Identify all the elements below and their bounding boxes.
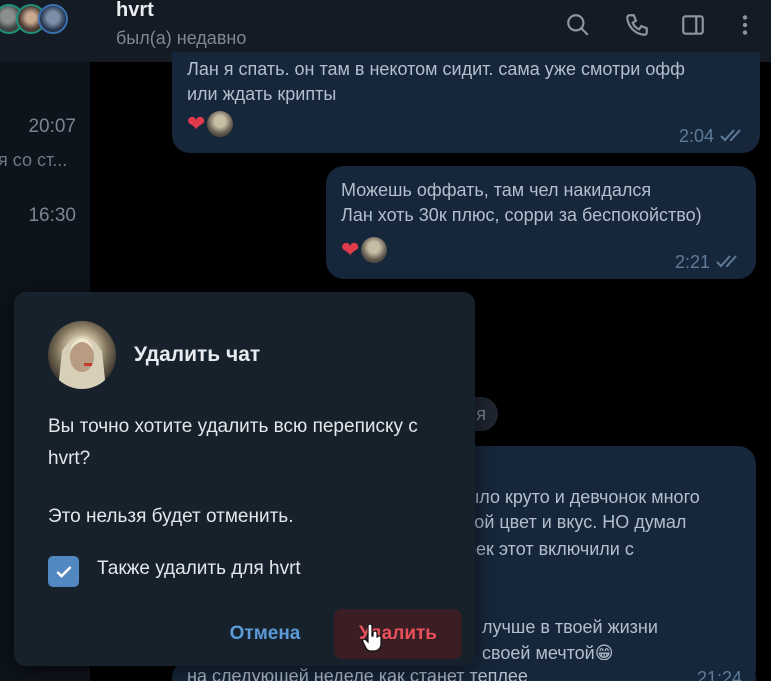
double-check-icon [720, 124, 746, 149]
phone-icon[interactable] [624, 12, 650, 38]
message-text: Лан я спать. он там в некотом сидит. сам… [187, 59, 685, 104]
heart-icon: ❤ [187, 111, 206, 136]
avatar[interactable] [38, 4, 68, 34]
delete-chat-dialog: Удалить чат Вы точно хотите удалить всю … [14, 292, 475, 666]
dialog-title: Удалить чат [134, 343, 261, 366]
message-text: бой цвет и вкус. НО думал [464, 512, 687, 532]
message-reactions[interactable]: ❤ [187, 111, 234, 137]
sidebar-header [0, 0, 90, 62]
chat-status: был(а) недавно [116, 28, 247, 48]
message-bubble[interactable]: было круто и девчонок много бой цвет и в… [440, 446, 756, 681]
message-time: 2:04 [678, 126, 714, 146]
message-text: на следующей неделе как станет теплее [187, 666, 528, 681]
message-bubble[interactable]: Можешь оффать, там чел накидался Лан хот… [326, 166, 756, 279]
message-bubble[interactable]: Лан я спать. он там в некотом сидит. сам… [172, 52, 760, 153]
message-text: было круто и девчонок много [456, 487, 700, 507]
message-time: 2:21 [674, 252, 710, 272]
search-icon[interactable] [565, 12, 591, 38]
message-reactions[interactable]: ❤ [341, 237, 388, 263]
sidebar-toggle-icon[interactable] [680, 12, 706, 38]
double-check-icon [716, 250, 742, 275]
checkbox-label[interactable]: Также удалить для hvrt [97, 558, 301, 580]
cancel-button[interactable]: Отмена [210, 609, 320, 659]
check-icon [55, 565, 72, 578]
dialog-warning: Это нельзя будет отменить. [48, 506, 294, 527]
message-text: Можешь оффать, там чел накидался Лан хот… [341, 180, 702, 225]
delete-for-both-checkbox[interactable] [48, 556, 79, 587]
delete-button[interactable]: Удалить [334, 609, 462, 659]
message-text: лучше в твоей жизни [482, 617, 658, 637]
avatar [361, 237, 388, 263]
avatar [48, 321, 116, 389]
hand-cursor-icon [362, 624, 382, 652]
heart-icon: ❤ [341, 237, 360, 262]
message-text: рек этот включили с [466, 539, 634, 559]
chat-time: 16:30 [28, 205, 76, 226]
chat-title[interactable]: hvrt [116, 0, 154, 22]
avatar [207, 111, 234, 137]
dialog-message: Вы точно хотите удалить всю переписку с … [48, 416, 418, 469]
story-avatars[interactable] [0, 4, 68, 34]
chat-preview[interactable]: я со ст... [0, 150, 67, 171]
chat-time: 20:07 [28, 116, 76, 137]
more-vertical-icon[interactable] [732, 12, 758, 38]
message-time: 21:24 [696, 668, 742, 681]
